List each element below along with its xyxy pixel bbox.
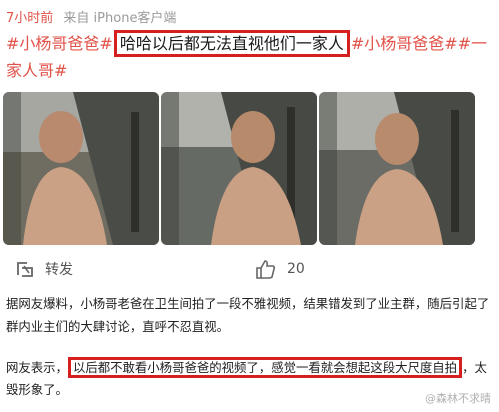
repost-button[interactable]: 转发 xyxy=(15,259,73,279)
repost-label: 转发 xyxy=(45,262,73,278)
watermark-text: @森林不求晴 xyxy=(425,392,491,405)
thumbs-up-icon xyxy=(256,260,276,279)
like-count: 20 xyxy=(287,261,305,277)
photo-grid xyxy=(3,92,499,247)
quote-highlight: 以后都不敢看小杨哥爸爸的视频了，感觉一看就会想起这段大尺度自拍 xyxy=(67,357,463,378)
article-paragraph: 据网友爆料，小杨哥老爸在卫生间拍了一段不雅视频，结果错发到了业主群，随后引起了群… xyxy=(6,296,490,334)
post-photo-2[interactable] xyxy=(161,92,317,245)
post-tags: #小杨哥爸爸# 哈哈以后都无法直视他们一家人 #小杨哥爸爸##一家人哥# xyxy=(6,30,494,84)
post-source: 来自 iPhone客户端 xyxy=(63,11,177,26)
quote-prefix: 网友表示， xyxy=(6,360,68,375)
highlighted-caption: 哈哈以后都无法直视他们一家人 xyxy=(113,30,350,57)
quote-paragraph: 网友表示， 以后都不敢看小杨哥爸爸的视频了，感觉一看就会想起这段大尺度自拍 ，太毁形… xyxy=(6,357,492,401)
post-time: 7小时前 xyxy=(6,11,54,26)
hashtag-xiaoyangge-baba[interactable]: #小杨哥爸爸# xyxy=(6,34,113,53)
post-meta: 7小时前 来自 iPhone客户端 xyxy=(6,7,176,26)
post-photo-3[interactable] xyxy=(319,92,475,245)
post-action-bar: 转发 20 xyxy=(0,259,499,281)
repost-icon xyxy=(17,262,33,277)
post-photo-1[interactable] xyxy=(3,92,159,245)
watermark: @森林不求晴 xyxy=(425,390,491,406)
like-button[interactable]: 20 xyxy=(255,259,305,279)
